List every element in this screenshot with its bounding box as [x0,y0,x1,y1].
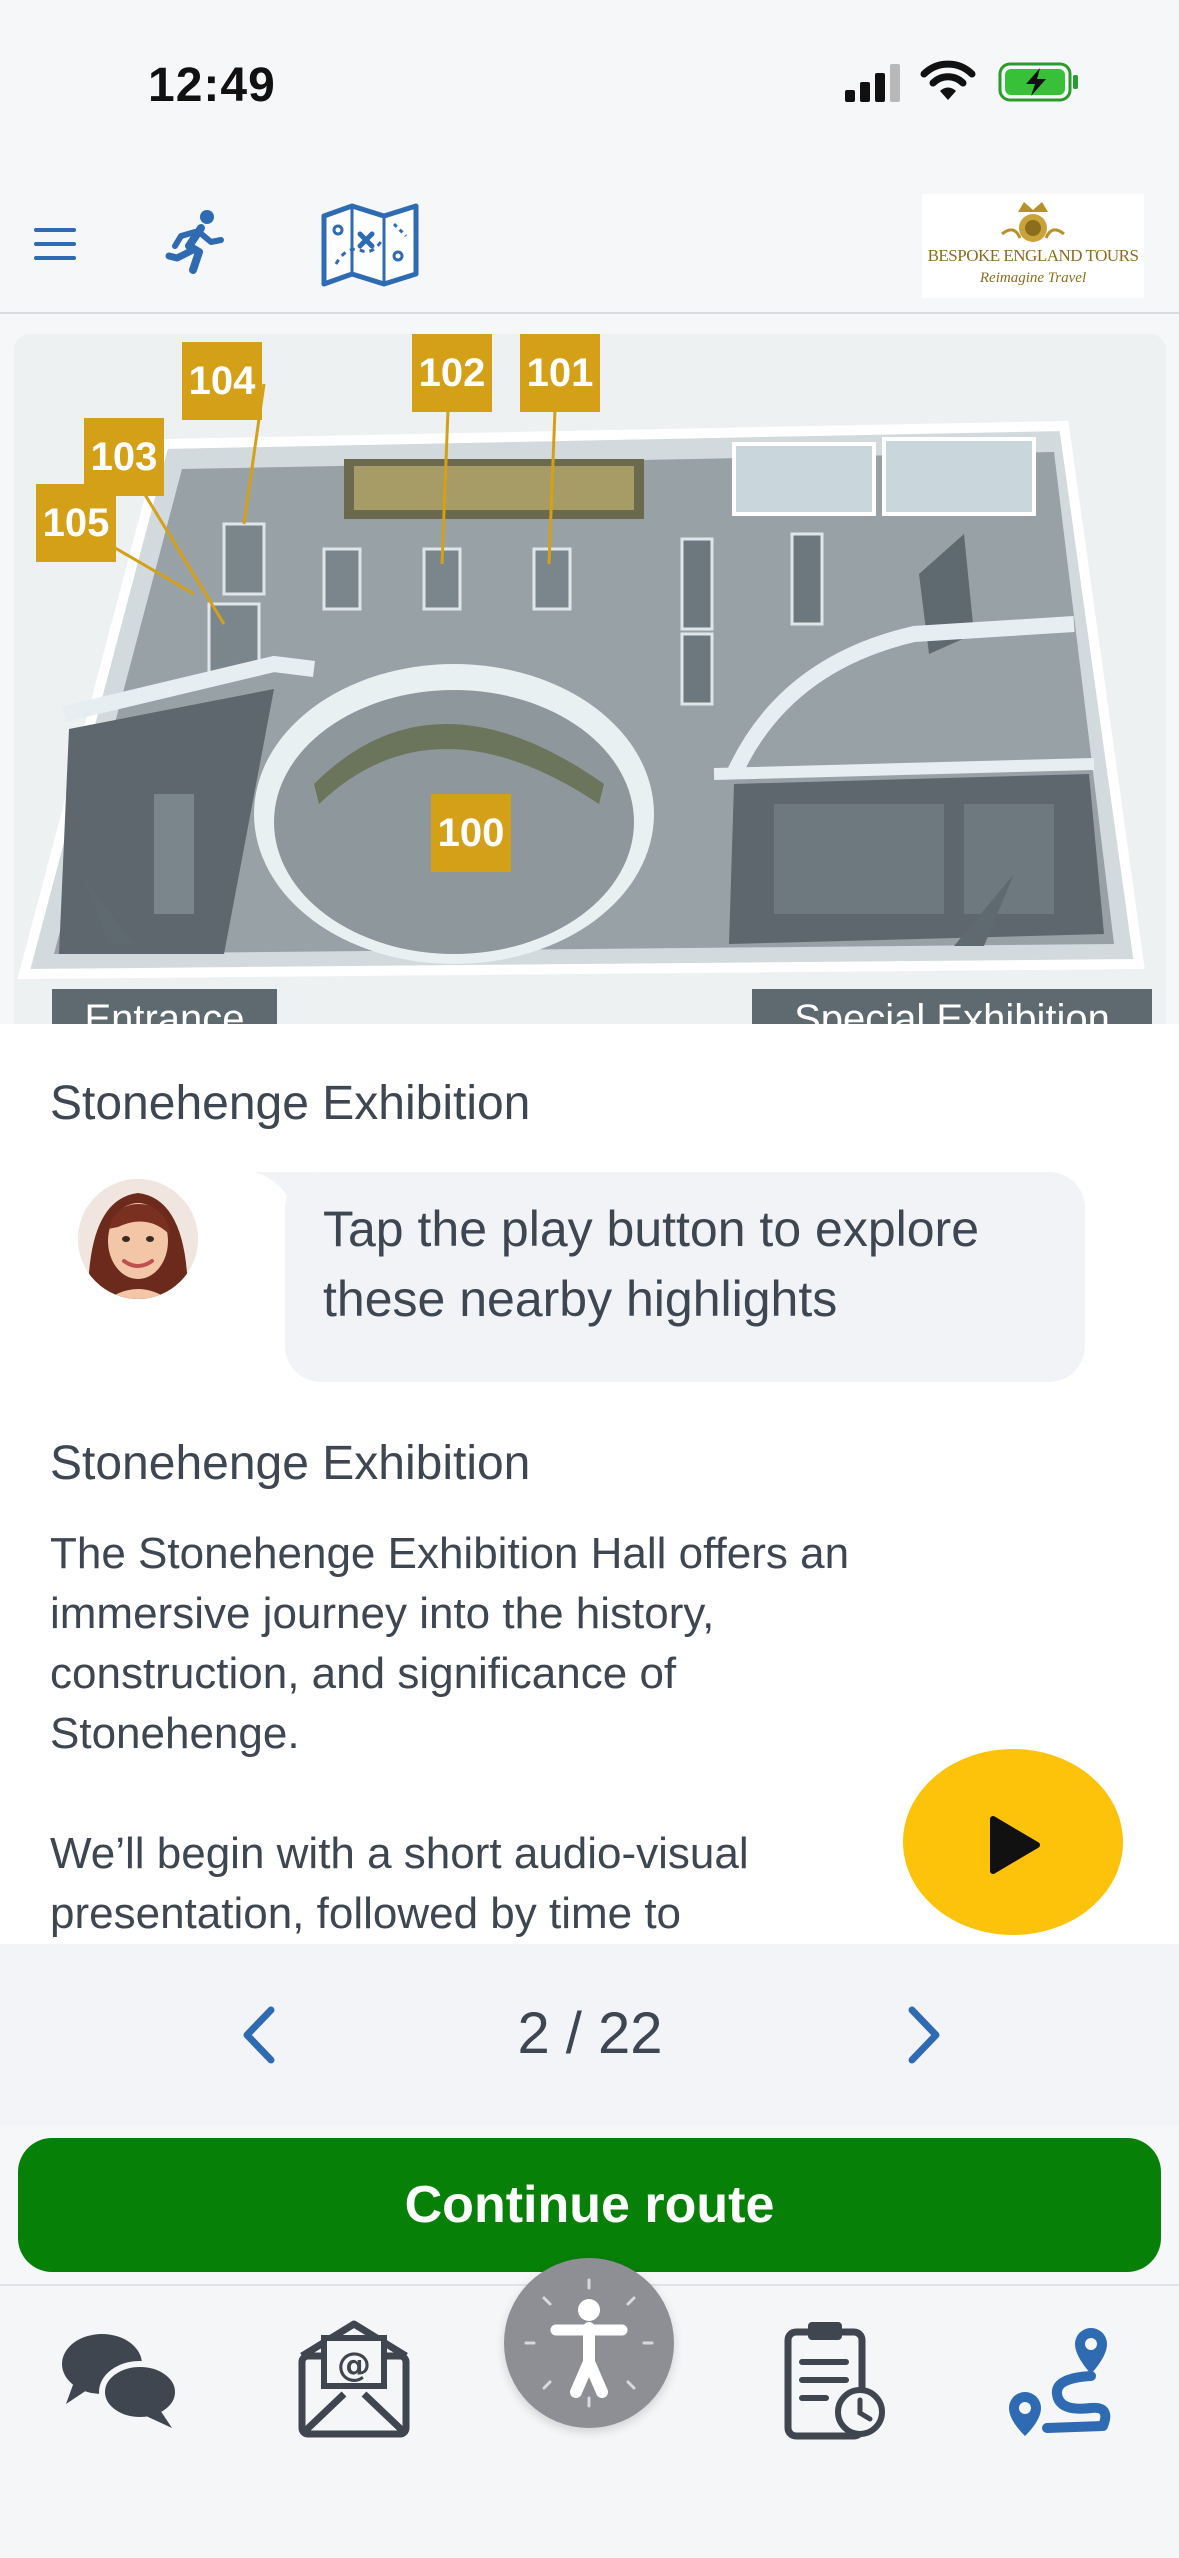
special-exhibition-label: Special Exhibition [752,989,1152,1024]
hamburger-menu-icon[interactable] [30,222,82,266]
exhibition-floor-plan[interactable]: 104 102 101 103 105 100 Entrance Special… [14,334,1166,1024]
cellular-signal-icon [845,64,900,102]
floor-plan-illustration [14,334,1166,1024]
map-label-102[interactable]: 102 [412,334,492,412]
accessibility-person-icon [524,2278,654,2408]
map-label-104[interactable]: 104 [182,342,262,420]
logo-tagline: Reimagine Travel [979,270,1087,286]
guide-speech-bubble: Tap the play button to explore these nea… [285,1172,1085,1382]
route-icon[interactable] [995,2316,1135,2446]
map-label-105[interactable]: 105 [36,484,116,562]
accessibility-button[interactable] [504,2258,674,2428]
bottom-tab-bar: @ [0,2258,1179,2558]
logo-name: BESPOKE ENGLAND TOURS [927,246,1139,265]
svg-text:@: @ [337,2345,371,2385]
map-label-101[interactable]: 101 [520,334,600,412]
chevron-right-icon[interactable] [888,2000,958,2070]
running-person-icon[interactable] [165,208,227,278]
map-label-100[interactable]: 100 [431,794,511,872]
play-icon [990,1816,1040,1874]
clipboard-clock-icon[interactable] [760,2316,900,2446]
battery-charging-icon [998,62,1078,102]
wifi-icon [920,60,976,100]
entrance-label: Entrance [52,989,277,1024]
email-envelope-icon[interactable]: @ [284,2316,424,2446]
guide-message: Tap the play button to explore these nea… [323,1201,980,1327]
place-title: Stonehenge Exhibition [50,1077,531,1130]
guide-avatar [78,1179,198,1299]
section-title: Stonehenge Exhibition [50,1437,531,1490]
chat-bubbles-icon[interactable] [50,2316,190,2446]
status-time: 12:49 [148,59,276,112]
pager-bar: 2 / 22 [0,1944,1179,2126]
treasure-map-icon[interactable] [320,200,420,290]
page-indicator: 2 / 22 [517,2001,663,2066]
lion-crest-icon [1001,202,1065,242]
play-button[interactable] [903,1749,1123,1935]
continue-route-button[interactable]: Continue route [18,2138,1161,2272]
content-panel: Stonehenge Exhibition Tap the play butto… [0,1024,1179,1944]
section-description: The Stonehenge Exhibition Hall offers an… [50,1529,850,1938]
guide-portrait [78,1179,198,1299]
chevron-left-icon[interactable] [225,2000,295,2070]
company-logo: BESPOKE ENGLAND TOURS Reimagine Travel [922,194,1144,298]
